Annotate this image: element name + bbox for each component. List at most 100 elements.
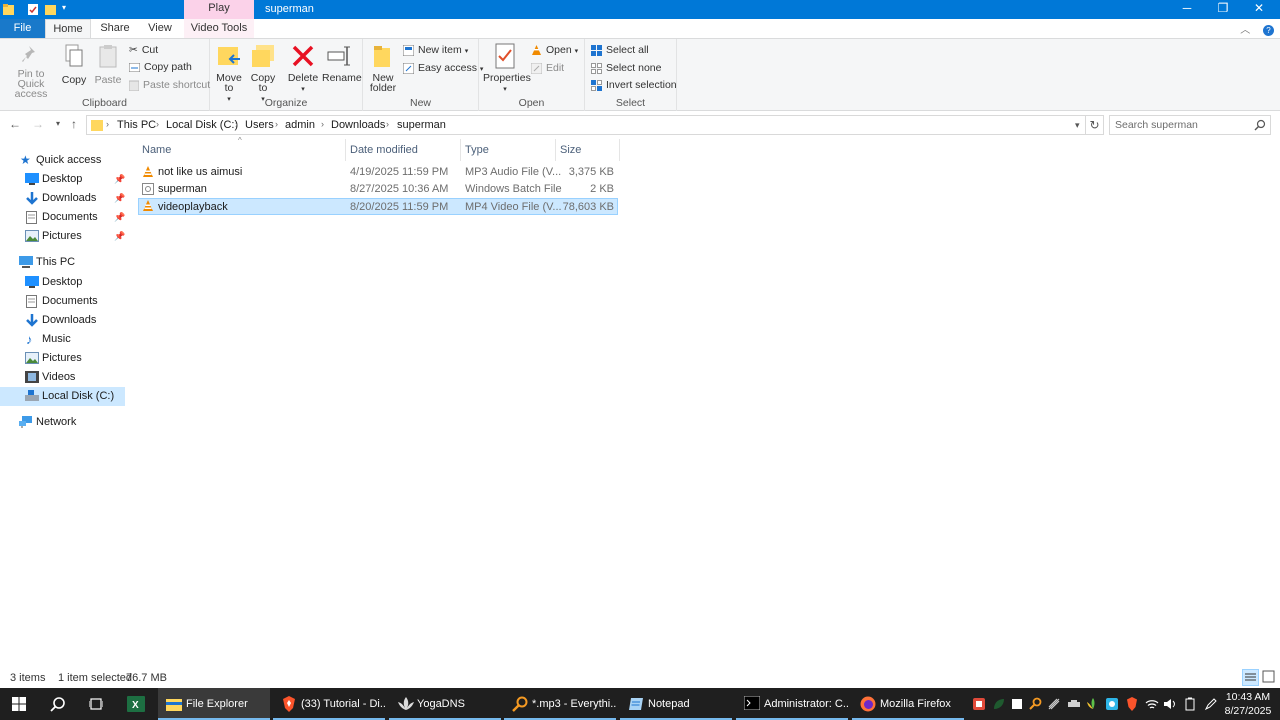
nav-pc-music[interactable]: ♪ Music (0, 330, 125, 349)
volume-icon[interactable] (1163, 697, 1177, 711)
search-taskbar-button[interactable] (40, 688, 78, 720)
taskbar-everything[interactable]: *.mp3 - Everythi... (504, 688, 616, 720)
nav-quick-desktop[interactable]: Desktop 📌 (0, 170, 125, 189)
breadcrumb-separator-icon[interactable]: › (321, 119, 324, 129)
file-row[interactable]: not like us aimusi 4/19/2025 11:59 PM MP… (138, 164, 618, 181)
breadcrumb-separator-icon[interactable]: › (235, 119, 238, 129)
pen-icon[interactable] (1204, 697, 1218, 711)
nav-quick-pictures[interactable]: Pictures 📌 (0, 227, 125, 246)
new-item-button[interactable]: New item ▾ (403, 42, 468, 58)
breadcrumb-admin[interactable]: admin (285, 119, 315, 131)
copy-to-button[interactable]: Copy to ▾ (250, 43, 276, 105)
invert-selection-button[interactable]: Invert selection (591, 77, 677, 93)
details-view-icon[interactable] (1242, 669, 1259, 686)
forward-arrow-icon[interactable]: → (30, 116, 46, 132)
tray-window-icon[interactable] (1010, 697, 1024, 711)
tray-yogadns-icon[interactable] (1086, 697, 1100, 711)
nav-network[interactable]: Network (0, 413, 125, 432)
breadcrumb-local-disk[interactable]: Local Disk (C:) (166, 119, 238, 131)
taskbar-file-explorer[interactable]: File Explorer (158, 688, 270, 720)
nav-pc-desktop[interactable]: Desktop (0, 273, 125, 292)
search-input[interactable] (1115, 118, 1250, 132)
tab-file[interactable]: File (0, 19, 45, 38)
up-arrow-icon[interactable]: ↑ (66, 116, 82, 132)
nav-this-pc[interactable]: This PC (0, 253, 125, 272)
breadcrumb-this-pc[interactable]: This PC (117, 119, 156, 131)
start-button[interactable] (0, 688, 38, 720)
recent-locations-icon[interactable]: ▾ (50, 116, 66, 132)
nav-pc-downloads[interactable]: Downloads (0, 311, 125, 330)
tray-everything-icon[interactable] (1029, 697, 1043, 711)
tab-video-tools[interactable]: Video Tools (184, 19, 254, 38)
copy-path-button[interactable]: Copy path (129, 59, 192, 75)
back-arrow-icon[interactable]: ← (7, 116, 23, 132)
restore-button[interactable]: ❐ (1205, 0, 1241, 19)
pin-to-quick-access-button[interactable]: Pin to Quick access (4, 43, 58, 99)
nav-pc-videos[interactable]: Videos (0, 368, 125, 387)
task-view-button[interactable] (78, 688, 116, 720)
collapse-ribbon-icon[interactable]: ︿ (1240, 25, 1250, 36)
nav-pc-documents[interactable]: Documents (0, 292, 125, 311)
battery-icon[interactable] (1183, 697, 1197, 711)
rename-button[interactable]: Rename (322, 43, 362, 83)
properties-button[interactable]: Properties ▾ (483, 43, 531, 95)
breadcrumb-users[interactable]: Users (245, 119, 274, 131)
select-all-button[interactable]: Select all (591, 42, 649, 58)
paste-button[interactable]: Paste (94, 43, 122, 85)
column-header-type[interactable]: Type (461, 139, 556, 161)
breadcrumb-separator-icon[interactable]: › (386, 119, 389, 129)
move-to-button[interactable]: Move to ▾ (216, 43, 242, 105)
nav-pc-local-disk[interactable]: Local Disk (C:) (0, 387, 125, 406)
taskbar-notepad[interactable]: Notepad (620, 688, 732, 720)
help-icon[interactable]: ? (1263, 25, 1274, 36)
large-icons-view-icon[interactable] (1261, 669, 1278, 686)
paste-shortcut-button[interactable]: Paste shortcut (129, 77, 210, 93)
tab-share[interactable]: Share (94, 19, 136, 38)
column-header-size[interactable]: Size (556, 139, 620, 161)
nav-quick-access[interactable]: ★ Quick access (0, 151, 125, 170)
taskbar-command-prompt[interactable]: Administrator: C... (736, 688, 848, 720)
breadcrumb-separator-icon[interactable]: › (275, 119, 278, 129)
wifi-icon[interactable] (1145, 697, 1159, 711)
taskbar-firefox[interactable]: Mozilla Firefox (852, 688, 964, 720)
file-row-selected[interactable]: videoplayback 8/20/2025 11:59 PM MP4 Vid… (138, 198, 618, 215)
easy-access-button[interactable]: Easy access ▾ (403, 60, 483, 76)
open-button[interactable]: Open ▾ (531, 42, 578, 58)
breadcrumb-superman[interactable]: superman (397, 119, 446, 131)
tray-brave-icon[interactable] (1125, 697, 1139, 711)
tray-tool-icon[interactable] (1067, 697, 1081, 711)
properties-quick-icon[interactable] (27, 3, 39, 16)
customize-quick-access-icon[interactable]: ▾ (62, 3, 66, 12)
breadcrumb-separator-icon[interactable]: › (106, 119, 109, 129)
search-icon[interactable] (1254, 119, 1266, 131)
nav-quick-downloads[interactable]: Downloads 📌 (0, 189, 125, 208)
nav-quick-documents[interactable]: Documents 📌 (0, 208, 125, 227)
new-folder-quick-icon[interactable] (45, 3, 57, 16)
tab-home[interactable]: Home (45, 19, 91, 38)
edit-button[interactable]: Edit (531, 60, 564, 76)
tray-network-shield-icon[interactable] (1105, 697, 1119, 711)
close-button[interactable]: ✕ (1241, 0, 1277, 19)
excel-taskbar-button[interactable]: X (117, 688, 155, 720)
address-history-dropdown-icon[interactable]: ▾ (1075, 115, 1085, 135)
column-header-name[interactable]: Name (138, 139, 346, 161)
minimize-button[interactable]: ─ (1169, 0, 1205, 19)
taskbar-brave[interactable]: (33) Tutorial - Di... (273, 688, 385, 720)
breadcrumb-separator-icon[interactable]: › (156, 119, 159, 129)
tab-view[interactable]: View (140, 19, 180, 38)
tray-settings-icon[interactable] (1047, 697, 1061, 711)
file-row[interactable]: superman 8/27/2025 10:36 AM Windows Batc… (138, 181, 618, 198)
search-box[interactable] (1109, 115, 1271, 135)
column-header-date-modified[interactable]: Date modified (346, 139, 461, 161)
address-bar[interactable]: › This PC › Local Disk (C:) › Users › ad… (86, 115, 1086, 135)
clock[interactable]: 10:43 AM 8/27/2025 (1222, 690, 1274, 718)
tray-leaf-icon[interactable] (992, 697, 1006, 711)
refresh-icon[interactable]: ↻ (1086, 115, 1104, 135)
delete-button[interactable]: Delete ▾ (287, 43, 319, 95)
copy-button[interactable]: Copy (60, 43, 88, 85)
nav-pc-pictures[interactable]: Pictures (0, 349, 125, 368)
cut-button[interactable]: ✂ Cut (129, 42, 158, 58)
title-bar[interactable]: ▾ Play superman ─ ❐ ✕ (0, 0, 1280, 19)
new-folder-button[interactable]: New folder (369, 43, 397, 93)
taskbar-yogadns[interactable]: YogaDNS (389, 688, 501, 720)
